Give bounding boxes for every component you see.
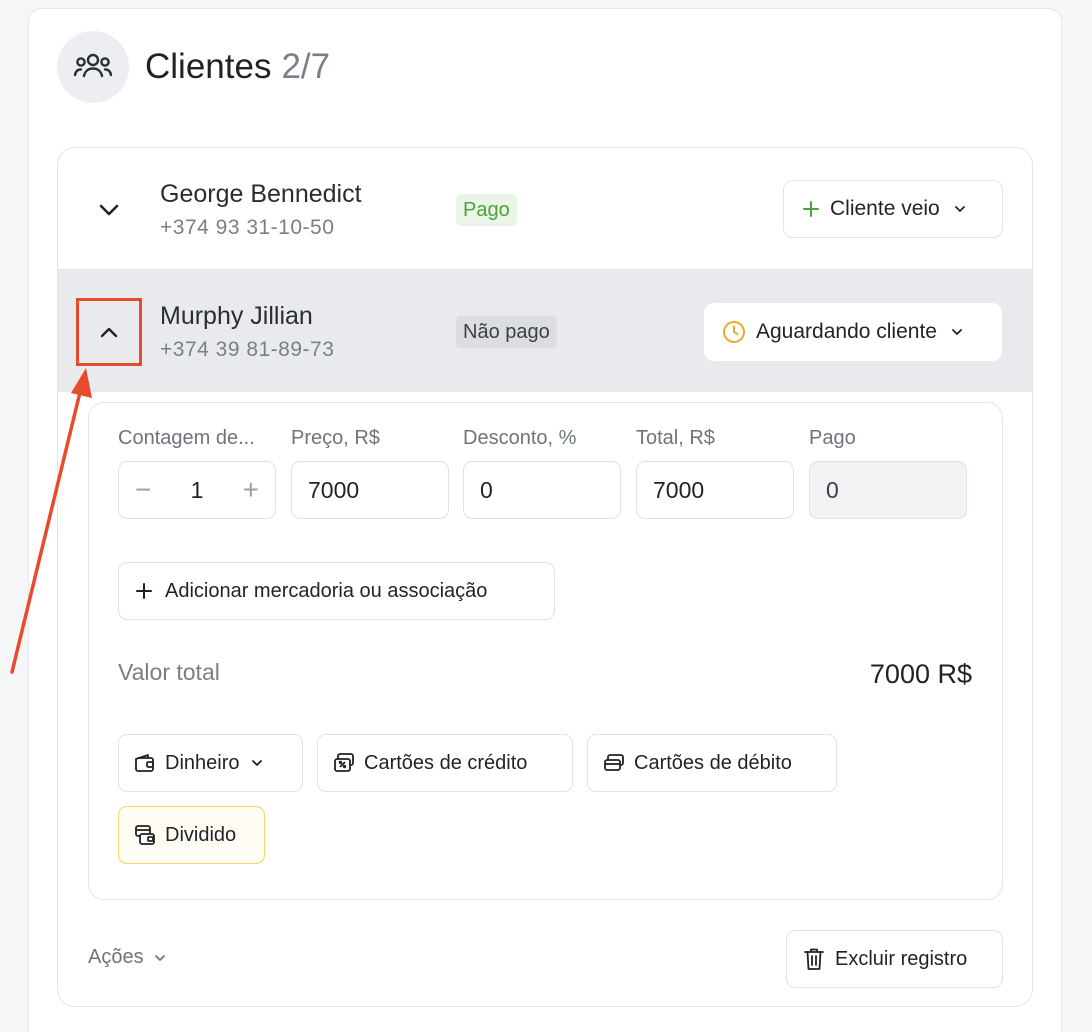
collapse-toggle-button[interactable] bbox=[76, 298, 142, 366]
payment-method-label: Cartões de débito bbox=[634, 751, 792, 774]
client-status-dropdown[interactable]: Aguardando cliente bbox=[704, 303, 1002, 361]
client-name: Murphy Jillian bbox=[160, 302, 313, 330]
payment-method-label: Cartões de crédito bbox=[364, 751, 528, 774]
delete-record-button[interactable]: Excluir registro bbox=[786, 930, 1003, 988]
total-amount-value: 7000 R$ bbox=[869, 659, 972, 689]
debit-card-icon bbox=[602, 751, 626, 775]
split-icon bbox=[133, 823, 157, 847]
quantity-stepper[interactable]: − 1 + bbox=[118, 461, 276, 519]
client-phone: +374 93 31-10-50 bbox=[160, 216, 335, 239]
client-phone: +374 39 81-89-73 bbox=[160, 338, 335, 361]
expand-toggle-button[interactable] bbox=[76, 176, 142, 244]
client-status-dropdown[interactable]: Cliente veio bbox=[783, 180, 1003, 238]
status-label: Aguardando cliente bbox=[756, 320, 937, 343]
quantity-label: Contagem de... bbox=[118, 427, 255, 449]
chevron-down-icon bbox=[954, 205, 966, 213]
price-label: Preço, R$ bbox=[291, 427, 380, 449]
client-name: George Bennedict bbox=[160, 180, 362, 208]
payment-method-credit-button[interactable]: Cartões de crédito bbox=[317, 734, 573, 792]
add-item-label: Adicionar mercadoria ou associação bbox=[165, 579, 488, 602]
payment-method-debit-button[interactable]: Cartões de débito bbox=[587, 734, 837, 792]
actions-label: Ações bbox=[88, 946, 144, 968]
credit-card-icon bbox=[332, 751, 356, 775]
client-row[interactable]: Murphy Jillian +374 39 81-89-73 Não pago… bbox=[58, 270, 1032, 392]
payment-method-split-button[interactable]: Dividido bbox=[118, 806, 265, 864]
client-detail-card: Contagem de... Preço, R$ Desconto, % Tot… bbox=[88, 402, 1003, 900]
total-input[interactable]: 7000 bbox=[636, 461, 794, 519]
chevron-down-icon bbox=[251, 759, 263, 767]
discount-label: Desconto, % bbox=[463, 427, 577, 449]
payment-status-badge: Pago bbox=[456, 194, 517, 226]
panel-header: Clientes 2/7 bbox=[57, 31, 330, 103]
wallet-icon bbox=[133, 751, 157, 775]
increment-button[interactable]: + bbox=[243, 476, 259, 504]
clients-panel: Clientes 2/7 George Bennedict +374 93 31… bbox=[28, 8, 1062, 1032]
payment-method-label: Dividido bbox=[165, 823, 237, 846]
delete-label: Excluir registro bbox=[835, 947, 968, 970]
quantity-value[interactable]: 1 bbox=[191, 477, 204, 504]
payment-method-label: Dinheiro bbox=[165, 751, 240, 774]
paid-label: Pago bbox=[809, 427, 856, 449]
chevron-down-icon bbox=[154, 954, 166, 962]
chevron-down-icon bbox=[951, 328, 963, 336]
plus-icon bbox=[802, 200, 820, 218]
add-item-button[interactable]: Adicionar mercadoria ou associação bbox=[118, 562, 555, 620]
payment-method-cash-dropdown[interactable]: Dinheiro bbox=[118, 734, 303, 792]
actions-dropdown[interactable]: Ações bbox=[88, 946, 166, 969]
chevron-down-icon bbox=[99, 204, 119, 216]
discount-input[interactable]: 0 bbox=[463, 461, 621, 519]
page-title: Clientes bbox=[145, 47, 272, 86]
plus-icon bbox=[135, 575, 153, 607]
trash-icon bbox=[803, 947, 825, 971]
client-row[interactable]: George Bennedict +374 93 31-10-50 Pago C… bbox=[58, 148, 1032, 270]
clock-icon bbox=[722, 320, 746, 344]
client-count: 2/7 bbox=[281, 47, 331, 86]
decrement-button[interactable]: − bbox=[135, 476, 151, 504]
chevron-up-icon bbox=[100, 327, 118, 337]
total-amount-label: Valor total bbox=[118, 659, 220, 685]
client-list: George Bennedict +374 93 31-10-50 Pago C… bbox=[57, 147, 1033, 1007]
total-label: Total, R$ bbox=[636, 427, 715, 449]
payment-status-badge: Não pago bbox=[456, 316, 557, 348]
price-input[interactable]: 7000 bbox=[291, 461, 449, 519]
paid-input: 0 bbox=[809, 461, 967, 519]
status-label: Cliente veio bbox=[830, 197, 940, 220]
users-icon bbox=[57, 31, 129, 103]
